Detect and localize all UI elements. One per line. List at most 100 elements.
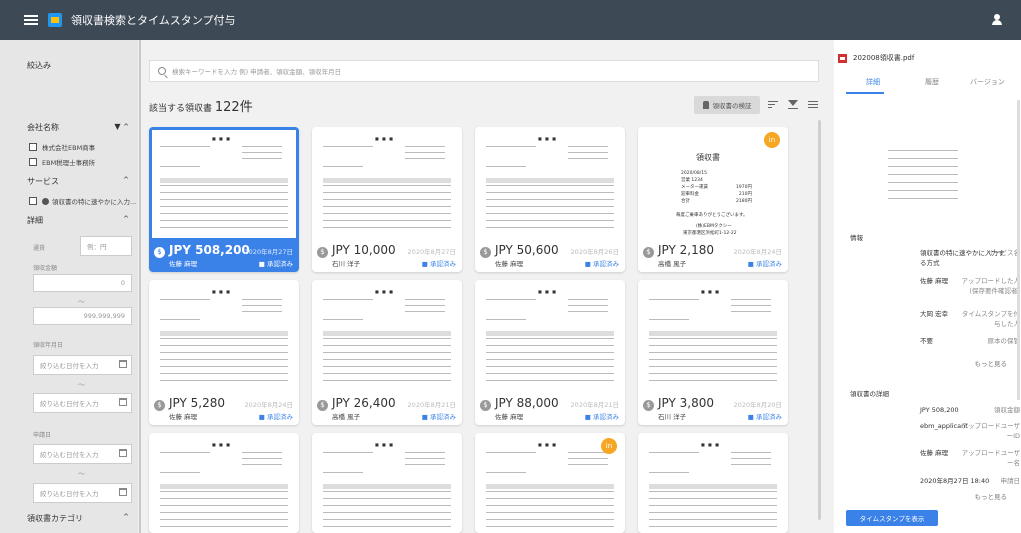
receipt-card[interactable]: ■ ■ ■ $ JPY 88,000 2020年8月21日 佐藤 麻理 ■ 承認済み	[475, 280, 625, 425]
company-checkbox-1[interactable]: 株式会社EBM商事	[29, 142, 95, 152]
receipt-thanks: 毎度ご乗車ありがとうございます。	[676, 213, 748, 218]
chevron-up-icon[interactable]: ^	[123, 215, 129, 226]
category-section[interactable]: 領収書カテゴリ ^	[27, 513, 129, 524]
date-placeholder: 絞り込む日付を入力	[40, 362, 99, 370]
receipt-card[interactable]: ■ ■ ■ $ JPY 50,600 2020年8月26日 佐藤 麻理 ■ 承認済み	[475, 127, 625, 272]
company-label: 会社名称	[27, 123, 59, 132]
checkbox[interactable]	[29, 197, 37, 205]
receipt-thumbnail: ■ ■ ■	[478, 130, 622, 238]
download-icon[interactable]	[788, 99, 798, 109]
tab-detail[interactable]: 詳細	[866, 77, 880, 87]
card-amount: JPY 10,000	[332, 243, 396, 257]
tab-version[interactable]: バージョン	[970, 77, 1005, 87]
calendar-icon[interactable]	[119, 488, 127, 496]
menu-icon[interactable]	[24, 13, 38, 27]
sort-icon[interactable]	[768, 99, 778, 109]
amount-min-input[interactable]: 0	[33, 274, 132, 292]
calendar-icon[interactable]	[119, 360, 127, 368]
receipt-thumbnail: ■ ■ ■	[641, 436, 785, 533]
receipt-card[interactable]: ■ ■ ■	[312, 433, 462, 533]
receipt-thumbnail: ■ ■ ■	[152, 436, 296, 533]
info-value: ebm_applicant	[920, 422, 968, 430]
receipt-address: 東京都港区浜松町1-12-22	[683, 231, 737, 236]
filter-icon[interactable]: ▼	[114, 122, 120, 131]
date-placeholder: 絞り込む日付を入力	[40, 400, 99, 408]
card-date: 2020年8月20日	[733, 401, 782, 409]
date-placeholder: 絞り込む日付を入力	[40, 490, 99, 498]
checkbox[interactable]	[29, 143, 37, 151]
receipt-card[interactable]: 領収書 2020/08/15 営業 1234 メーター運賃 迎車料金 合計 1970円 210…	[638, 127, 788, 272]
amount-max-input[interactable]: 999,999,999	[33, 307, 132, 325]
search-input[interactable]: 検索キーワードを入力 例) 申請者、領収金額、領収年月日	[172, 66, 341, 76]
range-tilde: ～	[78, 381, 85, 389]
apply-date-to-input[interactable]: 絞り込む日付を入力	[33, 483, 132, 503]
document-preview[interactable]	[848, 110, 1008, 220]
service-section[interactable]: サービス ^	[27, 176, 129, 187]
receipt-card[interactable]: ■ ■ ■ $ JPY 508,200 2020年8月27日 佐藤 麻理 ■ 承認済み	[149, 127, 299, 272]
receipt-card[interactable]: ■ ■ ■ $ JPY 5,280 2020年8月24日 佐藤 麻理 ■ 承認済み	[149, 280, 299, 425]
receipt-thumbnail: ■ ■ ■	[315, 436, 459, 533]
apply-date-from-input[interactable]: 絞り込む日付を入力	[33, 444, 132, 464]
info-value: 不要	[920, 337, 933, 345]
currency-input[interactable]: 例：円	[80, 236, 132, 256]
info-value: 佐藤 麻理	[920, 277, 949, 285]
show-timestamp-button[interactable]: タイムスタンプを表示	[846, 510, 938, 526]
company-section[interactable]: 会社名称 ▼ ^	[27, 122, 129, 133]
card-amount: JPY 88,000	[495, 396, 559, 410]
search-bar[interactable]: 検索キーワードを入力 例) 申請者、領収金額、領収年月日	[149, 60, 819, 82]
receipt-date-from-input[interactable]: 絞り込む日付を入力	[33, 355, 132, 375]
list-view-icon[interactable]	[808, 99, 818, 109]
more-link[interactable]: もっと見る	[975, 358, 1008, 368]
receipt-date-to-input[interactable]: 絞り込む日付を入力	[33, 393, 132, 413]
calendar-icon[interactable]	[119, 398, 127, 406]
card-applicant: 高橋 風子	[332, 413, 361, 421]
receipt-card[interactable]: ■ ■ ■ $ JPY 3,800 2020年8月20日 石川 洋子 ■ 承認済み	[638, 280, 788, 425]
info-value: 佐藤 麻理	[920, 449, 949, 457]
receipt-thumbnail: ■ ■ ■	[478, 283, 622, 391]
detail-section[interactable]: 詳細 ^	[27, 215, 129, 226]
receipt-card[interactable]: ■ ■ ■ $ JPY 26,400 2020年8月21日 高橋 風子 ■ 承認済み	[312, 280, 462, 425]
pdf-icon	[838, 53, 847, 63]
card-amount: JPY 508,200	[169, 243, 250, 257]
grid-scrollbar[interactable]	[818, 120, 821, 520]
chevron-up-icon[interactable]: ^	[123, 513, 129, 524]
receipt-thumbnail: ■ ■ ■	[641, 283, 785, 391]
more-link[interactable]: もっと見る	[975, 491, 1008, 501]
currency-icon: $	[480, 400, 491, 411]
panel-scrollbar[interactable]	[1017, 100, 1020, 400]
currency-icon: $	[154, 400, 165, 411]
currency-icon: $	[480, 247, 491, 258]
checkbox-label: EBM税理士事務所	[42, 159, 96, 167]
category-label: 領収書カテゴリ	[27, 514, 83, 523]
card-date: 2020年8月27日	[407, 248, 456, 256]
service-checkbox-1[interactable]: 領収書の特に速やかに入力...	[29, 196, 136, 206]
file-name: 202008領収書.pdf	[838, 53, 914, 63]
filter-title: 絞込み	[27, 61, 51, 70]
tab-history[interactable]: 履歴	[925, 77, 939, 87]
service-label: サービス	[27, 177, 59, 186]
chevron-up-icon[interactable]: ^	[123, 123, 129, 131]
result-count: 該当する領収書 122件	[149, 96, 253, 115]
user-icon[interactable]	[991, 14, 1003, 26]
receipt-card[interactable]: ■ ■ ■ in	[475, 433, 625, 533]
verify-receipt-button[interactable]: 領収書の検証	[694, 96, 760, 114]
receipt-thumbnail: ■ ■ ■	[315, 283, 459, 391]
card-amount: JPY 5,280	[169, 396, 226, 410]
checkbox[interactable]	[29, 158, 37, 166]
app-title: 領収書検索とタイムスタンプ付与	[71, 14, 236, 27]
receipt-values: 1970円 210円 2180円	[736, 185, 752, 204]
calendar-icon[interactable]	[119, 449, 127, 457]
receipt-detail-title: 領収書の詳細	[850, 390, 889, 398]
tab-indicator	[846, 92, 884, 94]
sidebar-divider[interactable]	[139, 40, 141, 533]
card-date: 2020年8月21日	[570, 401, 619, 409]
card-date: 2020年8月26日	[570, 248, 619, 256]
card-status: ■ 承認済み	[421, 413, 456, 421]
receipt-card[interactable]: ■ ■ ■ $ JPY 10,000 2020年8月27日 石川 洋子 ■ 承認済み	[312, 127, 462, 272]
chevron-up-icon[interactable]: ^	[123, 176, 129, 187]
checkbox-label: 領収書の特に速やかに入力...	[52, 198, 137, 206]
result-number: 122件	[214, 100, 253, 115]
receipt-card[interactable]: ■ ■ ■	[149, 433, 299, 533]
company-checkbox-2[interactable]: EBM税理士事務所	[29, 157, 95, 167]
receipt-card[interactable]: ■ ■ ■	[638, 433, 788, 533]
